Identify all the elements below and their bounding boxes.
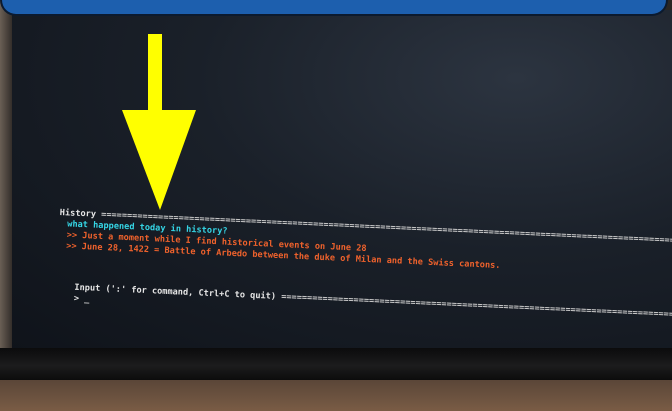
- history-header: History: [59, 208, 97, 220]
- arrow-head: [122, 110, 196, 210]
- desk-surface: [0, 380, 672, 411]
- arrow-shaft: [148, 34, 162, 114]
- monitor-bezel: [0, 348, 672, 380]
- blue-banner: [0, 0, 668, 16]
- down-arrow-icon: [122, 34, 196, 210]
